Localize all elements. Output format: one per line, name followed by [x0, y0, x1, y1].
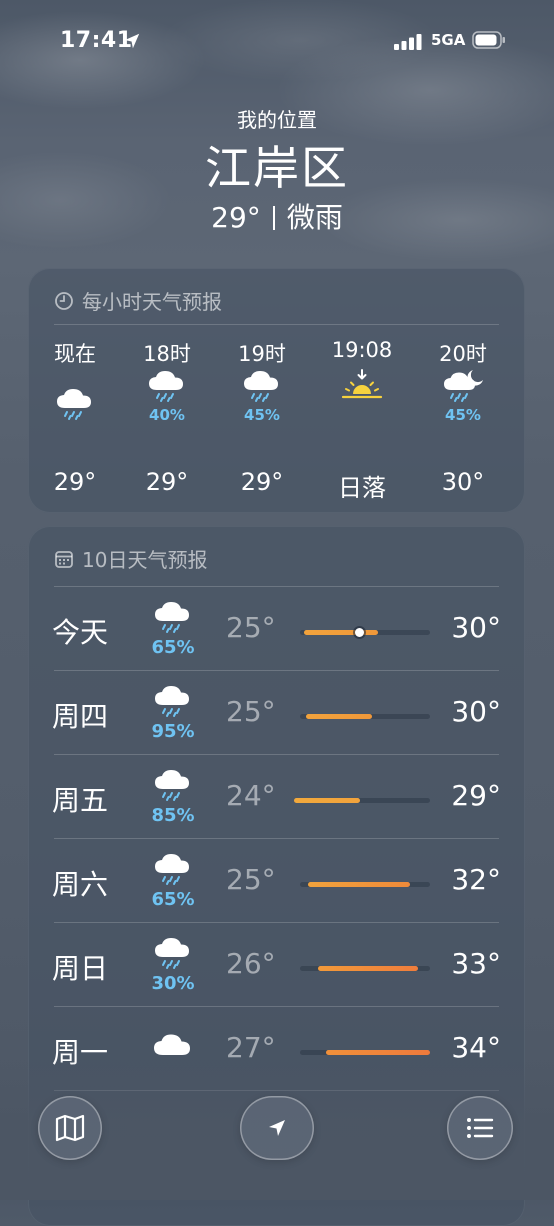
ten-day-title-text: 10日天气预报: [82, 548, 208, 572]
location-arrow-icon: [124, 33, 140, 49]
hour-temp: 29°: [53, 468, 97, 496]
current-temp: 29°: [211, 201, 261, 234]
high-temp: 33°: [451, 947, 501, 980]
precip-chance: 95%: [151, 721, 195, 742]
high-temp: 34°: [451, 1031, 501, 1064]
low-temp: 24°: [226, 779, 276, 812]
divider: [54, 1090, 499, 1091]
current-condition: 微雨: [286, 201, 343, 234]
temp-range-track: [300, 714, 430, 719]
daily-row: 今天 65% 25° 30°: [28, 587, 525, 671]
hourly-item: 19时 45% 29°: [217, 338, 307, 496]
hourly-forecast-panel[interactable]: 每小时天气预报 现在 29° 18时 40% 29° 19时 45% 29° 1…: [28, 268, 525, 513]
hour-label: 20时: [439, 342, 487, 366]
network-type: 5GA: [431, 31, 466, 49]
hour-temp: 日落: [338, 474, 386, 502]
temp-range-track: [300, 966, 430, 971]
temp-range-track: [300, 1050, 430, 1055]
high-temp: 30°: [451, 695, 501, 728]
hourly-title-text: 每小时天气预报: [82, 290, 222, 314]
day-label: 今天: [52, 616, 109, 649]
cellular-signal-icon: [394, 34, 422, 50]
cloud-rain-icon: [149, 371, 183, 402]
cloud-rain-icon: [155, 938, 189, 969]
hour-label: 现在: [54, 342, 96, 366]
city-name: 江岸区: [205, 141, 349, 195]
cloud-rain-icon: [57, 389, 91, 420]
current-location-button[interactable]: [240, 1096, 314, 1160]
hour-label: 19时: [238, 342, 286, 366]
hourly-item: 18时 40% 29°: [122, 338, 212, 496]
sunset-icon: [341, 369, 383, 399]
ten-day-title: 10日天气预报: [54, 544, 207, 573]
cloud-moon-rain-icon: [444, 370, 483, 402]
temp-range-bar: [294, 798, 360, 803]
precip-chance: 45%: [445, 406, 481, 424]
temp-range-bar: [304, 630, 378, 635]
low-temp: 25°: [226, 695, 276, 728]
hour-temp: 29°: [145, 468, 189, 496]
cloud-rain-icon: [155, 854, 189, 885]
cloud-rain-icon: [155, 686, 189, 717]
status-time: 17:41: [60, 28, 133, 53]
daily-row: 周一 27° 34°: [28, 1007, 525, 1091]
hourly-item: 现在 29°: [30, 338, 120, 496]
high-temp: 30°: [451, 611, 501, 644]
cloud-rain-icon: [155, 602, 189, 633]
precip-chance: 40%: [149, 406, 185, 424]
hour-temp: 29°: [240, 468, 284, 496]
low-temp: 25°: [226, 611, 276, 644]
low-temp: 26°: [226, 947, 276, 980]
hourly-forecast-title: 每小时天气预报: [54, 286, 222, 315]
temp-range-track: [300, 628, 430, 637]
daily-row: 周四 95% 25° 30°: [28, 671, 525, 755]
city-list-button[interactable]: [447, 1096, 513, 1160]
temp-range-bar: [306, 714, 372, 719]
low-temp: 25°: [226, 863, 276, 896]
precip-chance: 65%: [151, 637, 195, 658]
precip-chance: 45%: [244, 406, 280, 424]
high-temp: 32°: [451, 863, 501, 896]
cloud-rain-icon: [244, 371, 278, 402]
daily-row: 周日 30% 26° 33°: [28, 923, 525, 1007]
precip-chance: 30%: [151, 973, 195, 994]
list-icon: [467, 1118, 494, 1138]
precip-chance: 65%: [151, 889, 195, 910]
map-icon: [55, 1114, 85, 1142]
cloud-rain-icon: [155, 770, 189, 801]
battery-icon: [472, 31, 505, 49]
calendar-icon: [55, 550, 73, 568]
hour-label: 18时: [143, 342, 191, 366]
day-label: 周日: [52, 952, 109, 985]
current-temp-dot: [355, 628, 364, 637]
daily-row: 周六 65% 25° 32°: [28, 839, 525, 923]
temp-range-bar: [318, 966, 418, 971]
clock-icon: [55, 291, 73, 310]
day-label: 周四: [52, 700, 109, 733]
map-button[interactable]: [38, 1096, 102, 1160]
cloud-icon: [154, 1034, 190, 1055]
location-subtitle: 我的位置: [237, 108, 317, 132]
precip-chance: 85%: [151, 805, 195, 826]
hour-temp: 30°: [441, 468, 485, 496]
day-label: 周五: [52, 784, 109, 817]
location-arrow-icon: [269, 1120, 285, 1136]
hour-label: 19:08: [331, 338, 393, 362]
separator: [272, 206, 275, 230]
day-label: 周一: [52, 1036, 109, 1069]
hourly-item: 20时 45% 30°: [418, 338, 508, 496]
current-conditions: 29° 微雨: [0, 196, 554, 236]
temp-range-bar: [326, 1050, 430, 1055]
temp-range-bar: [308, 882, 410, 887]
hourly-item: 19:08 日落: [317, 338, 407, 502]
status-bar: 17:41 5GA: [0, 28, 554, 58]
high-temp: 29°: [451, 779, 501, 812]
temp-range-track: [294, 798, 430, 803]
low-temp: 27°: [226, 1031, 276, 1064]
daily-row: 周五 85% 24° 29°: [28, 755, 525, 839]
temp-range-track: [300, 882, 430, 887]
divider: [54, 324, 499, 325]
day-label: 周六: [52, 868, 109, 901]
